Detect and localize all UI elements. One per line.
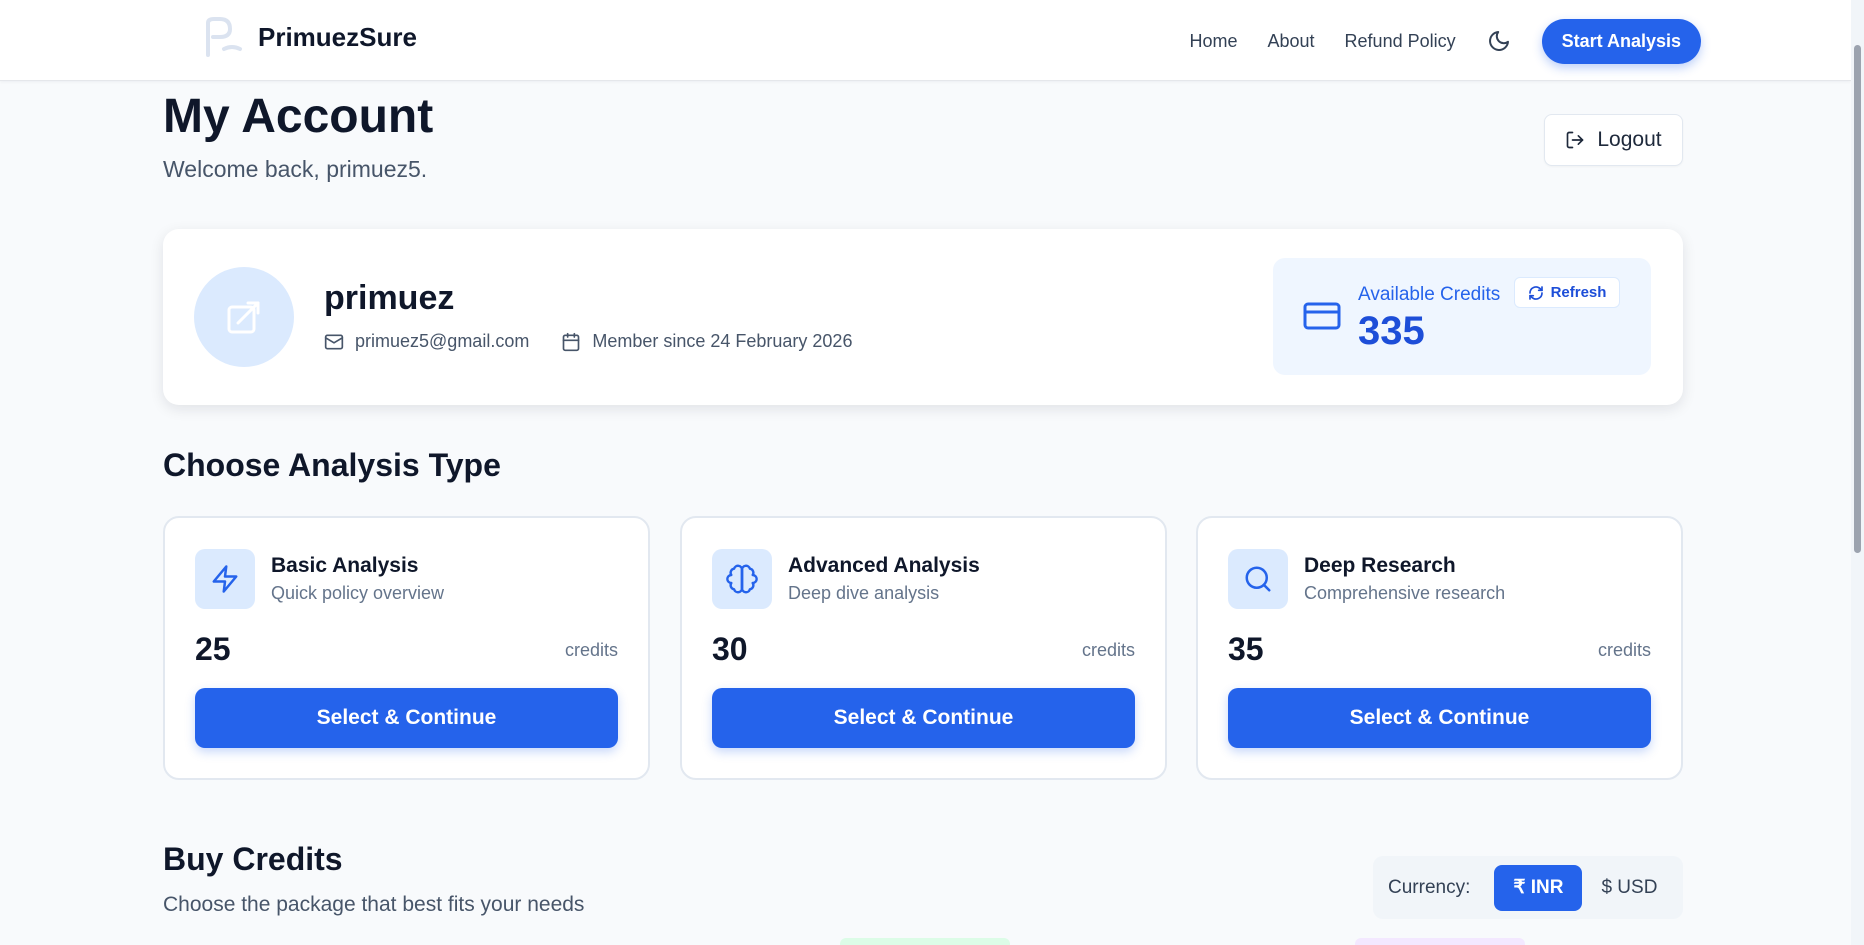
welcome-text: Welcome back, primuez5. bbox=[163, 156, 428, 182]
email-meta: primuez5@gmail.com bbox=[324, 331, 529, 352]
analysis-card-title: Basic Analysis bbox=[271, 554, 419, 577]
analysis-card-unit: credits bbox=[1597, 640, 1651, 660]
currency-usd-button[interactable]: $ USD bbox=[1582, 865, 1676, 911]
credits-value: 335 bbox=[1358, 309, 1425, 353]
top-navbar: PrimuezSure Home About Refund Policy Sta… bbox=[0, 0, 1851, 81]
lightning-icon bbox=[195, 549, 255, 609]
member-since: Member since 24 February 2026 bbox=[592, 331, 853, 351]
brand-logo-icon bbox=[206, 17, 242, 57]
mail-icon bbox=[324, 334, 344, 349]
package-card-peek bbox=[1355, 938, 1525, 945]
currency-inr-button[interactable]: ₹ INR bbox=[1494, 864, 1583, 911]
analysis-card-subtitle: Deep dive analysis bbox=[788, 583, 940, 603]
profile-email: primuez5@gmail.com bbox=[355, 331, 530, 351]
page-title: My Account bbox=[163, 90, 434, 143]
analysis-card-unit: credits bbox=[1081, 640, 1135, 660]
refresh-icon bbox=[1528, 285, 1543, 300]
profile-meta: primuez5@gmail.com Member since 24 Febru… bbox=[324, 331, 884, 352]
credit-card-icon bbox=[1303, 302, 1341, 330]
select-continue-button[interactable]: Select & Continue bbox=[1228, 688, 1651, 748]
brand-name: PrimuezSure bbox=[258, 21, 417, 52]
nav-link-home[interactable]: Home bbox=[1189, 31, 1237, 52]
analysis-card-advanced[interactable]: Advanced Analysis Deep dive analysis 30 … bbox=[680, 516, 1167, 780]
logout-icon bbox=[1567, 131, 1584, 149]
analysis-card-deep-research[interactable]: Deep Research Comprehensive research 35 … bbox=[1196, 516, 1683, 780]
currency-label: Currency: bbox=[1388, 876, 1471, 898]
select-continue-button[interactable]: Select & Continue bbox=[195, 688, 618, 748]
buy-credits-subtitle: Choose the package that best fits your n… bbox=[163, 893, 585, 916]
member-since-meta: Member since 24 February 2026 bbox=[561, 331, 852, 352]
profile-card: primuez primuez5@gmail.com Member since … bbox=[163, 229, 1683, 405]
avatar bbox=[194, 267, 294, 367]
brain-icon bbox=[712, 549, 772, 609]
analysis-card-subtitle: Comprehensive research bbox=[1304, 583, 1506, 603]
nav-link-refund-policy[interactable]: Refund Policy bbox=[1345, 31, 1456, 52]
refresh-label: Refresh bbox=[1550, 284, 1607, 301]
buy-credits-title: Buy Credits bbox=[163, 841, 343, 877]
nav-link-about[interactable]: About bbox=[1268, 31, 1315, 52]
search-icon bbox=[1228, 549, 1288, 609]
nav-links: Home About Refund Policy Start Analysis bbox=[1189, 18, 1701, 64]
logout-label: Logout bbox=[1597, 128, 1662, 151]
moon-icon[interactable] bbox=[1486, 28, 1512, 54]
select-continue-button[interactable]: Select & Continue bbox=[712, 688, 1135, 748]
calendar-icon bbox=[562, 332, 580, 351]
analysis-card-title: Advanced Analysis bbox=[788, 554, 980, 577]
analysis-card-subtitle: Quick policy overview bbox=[271, 583, 445, 603]
currency-switch: Currency: ₹ INR $ USD bbox=[1373, 856, 1683, 919]
analysis-section-title: Choose Analysis Type bbox=[163, 447, 501, 483]
analysis-card-unit: credits bbox=[564, 640, 618, 660]
start-analysis-button[interactable]: Start Analysis bbox=[1541, 18, 1701, 64]
analysis-card-cost: 30 bbox=[712, 631, 748, 667]
analysis-card-cost: 35 bbox=[1228, 631, 1264, 667]
brand[interactable]: PrimuezSure bbox=[200, 15, 417, 59]
logout-button[interactable]: Logout bbox=[1544, 114, 1683, 166]
refresh-button[interactable]: Refresh bbox=[1514, 277, 1620, 308]
credits-box: Available Credits 335 Refresh bbox=[1273, 258, 1651, 375]
profile-name: primuez bbox=[324, 279, 455, 317]
analysis-card-title: Deep Research bbox=[1304, 554, 1456, 577]
analysis-card-basic[interactable]: Basic Analysis Quick policy overview 25 … bbox=[163, 516, 650, 780]
scrollbar[interactable] bbox=[1851, 0, 1864, 945]
credits-label: Available Credits bbox=[1358, 284, 1501, 305]
package-card-peek bbox=[840, 938, 1010, 945]
analysis-card-cost: 25 bbox=[195, 631, 231, 667]
avatar-placeholder-icon bbox=[227, 301, 260, 334]
scrollbar-thumb[interactable] bbox=[1854, 45, 1861, 553]
